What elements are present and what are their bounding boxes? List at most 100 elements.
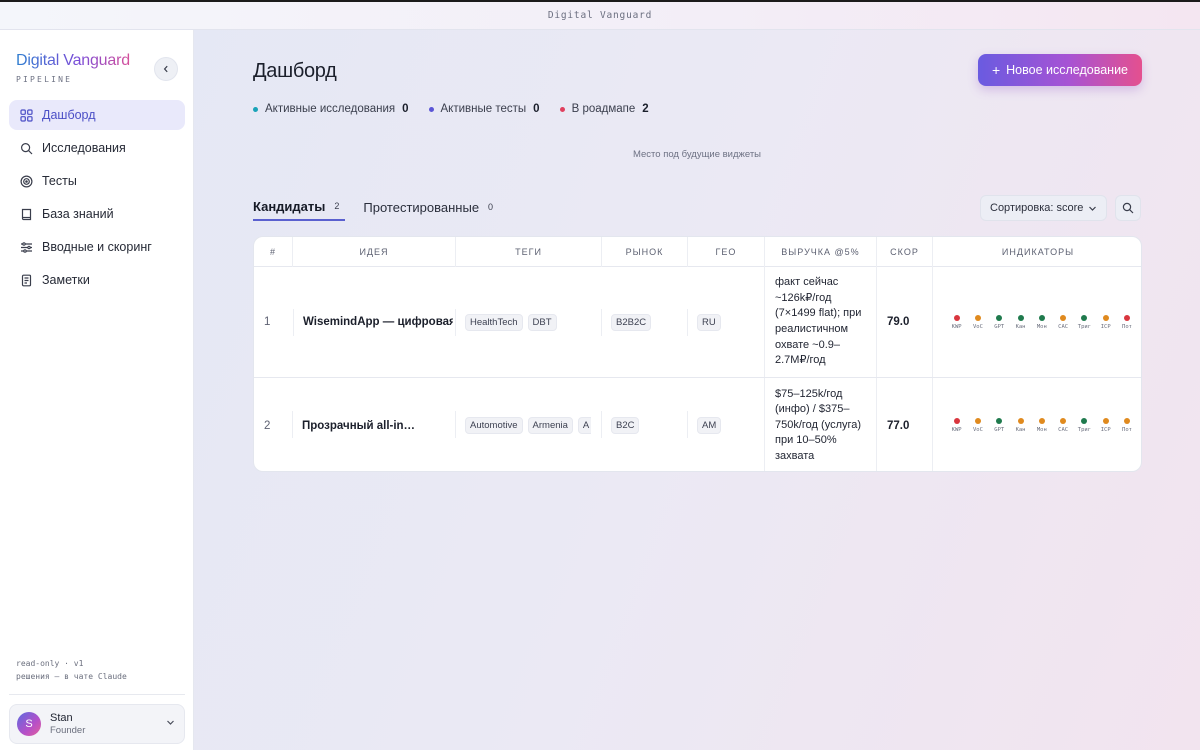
indicator-dot [996,314,1003,321]
stat-label: Активные тесты [440,103,527,115]
tag-chip: Armenia [527,417,573,434]
tag-chip: A [577,417,591,434]
indicator: Мон [1031,314,1052,330]
indicator-dot [1060,314,1067,321]
indicator-dot [996,418,1003,424]
sidebar-item-tests[interactable]: Тесты [9,166,185,196]
indicator: CAC [1052,418,1073,433]
column-header[interactable]: # [254,237,292,267]
tabs: Кандидаты 2 Протестированные 0 [253,195,493,221]
tab-tested[interactable]: Протестированные 0 [363,195,493,221]
sidebar-item-notes[interactable]: Заметки [9,265,185,295]
new-research-button[interactable]: + Новое исследование [978,54,1142,86]
collapse-sidebar-button[interactable] [154,57,178,81]
sort-label: Сортировка: score [990,202,1084,214]
note-icon [19,273,33,287]
sliders-icon [19,240,33,254]
indicator: ICP [1095,418,1116,433]
indicator-dot [1102,418,1109,424]
column-header[interactable]: ГЕО [687,237,764,267]
sidebar-item-label: Вводные и скоринг [42,240,152,254]
indicator: GPT [989,418,1010,433]
sidebar-item-dashboard[interactable]: Дашборд [9,100,185,130]
indicator-label: CAC [1058,323,1069,330]
tag-chip: Automotive [465,417,523,434]
row-number: 2 [264,419,271,432]
indicator-label: VoC [972,427,983,433]
indicator-dot [974,314,981,321]
chevron-left-icon [163,65,168,73]
table-row[interactable]: 1 WisemindApp — цифровая… HealthTech DBT… [254,267,1141,378]
table-search-button[interactable] [1115,195,1141,221]
stat-label: Активные исследования [265,103,396,115]
idea-title: WisemindApp — цифровая… [303,316,453,328]
chevron-down-icon [167,720,174,725]
indicator-label: ICP [1100,323,1111,330]
idea-title: Прозрачный all-in… [302,419,416,432]
table-row[interactable]: 2 Прозрачный all-in… Automotive Armenia … [254,378,1141,471]
column-header[interactable]: ВЫРУЧКА @5% [764,237,876,267]
sidebar-item-research[interactable]: Исследования [9,133,185,163]
sidebar-item-label: Тесты [42,174,77,188]
indicator: KWP [946,418,967,433]
table-header: # ИДЕЯ ТЕГИ РЫНОК ГЕО ВЫРУЧКА @5% СКОР И… [254,237,1141,267]
tab-label: Протестированные [363,199,480,215]
indicator: VoC [967,418,988,433]
window-title: Digital Vanguard [547,10,653,21]
indicator-label: Кан [1015,323,1026,330]
stat-value: 0 [402,103,409,115]
column-header[interactable]: ИНДИКАТОРЫ [932,237,1141,267]
geo-chip: RU [697,313,721,331]
indicator-label: Пот [1122,323,1132,330]
indicator-label: Пот [1122,427,1132,433]
indicator: CAC [1052,314,1073,330]
indicator-label: Триг [1077,427,1092,433]
stat-roadmap: В роадмапе 2 [559,103,649,115]
stat-label: В роадмапе [571,103,636,115]
sort-dropdown[interactable]: Сортировка: score [980,195,1107,221]
revenue-text: $75–125k/год (инфо) / $375–750k/год (усл… [775,387,862,462]
user-role: Founder [50,725,86,736]
indicator-dot [1081,418,1088,424]
tab-count: 0 [488,202,494,212]
indicator-label: CAC [1058,427,1069,433]
search-icon [1122,202,1134,214]
geo-chip: AM [697,417,722,434]
tag-chip: HealthTech [465,313,523,331]
indicator-list: KWP VoC GPT Кан Мон CAC Триг ICP Пот [933,418,1138,433]
indicator-dot [1017,418,1024,424]
indicator-dot [1038,314,1045,321]
indicator-label: KWP [951,323,962,330]
column-header[interactable]: ТЕГИ [455,237,601,267]
indicator-label: Триг [1077,323,1092,330]
market-chip: B2B2C [611,313,652,331]
indicator-dot [953,418,960,424]
sidebar-footnote: read-only · v1 решения — в чате Claude [16,657,127,683]
row-number: 1 [264,316,271,328]
indicator-dot [1102,314,1109,321]
sidebar-item-inputs-scoring[interactable]: Вводные и скоринг [9,232,185,262]
indicator-label: VoC [972,323,983,330]
avatar: S [17,712,41,736]
brand-subtitle: PIPELINE [16,75,73,84]
indicator: Пот [1116,314,1137,330]
indicator-dot [953,314,960,321]
tab-candidates[interactable]: Кандидаты 2 [253,195,346,221]
column-header[interactable]: РЫНОК [601,237,687,267]
indicator: Пот [1116,418,1137,433]
score-value: 77.0 [887,419,910,432]
column-header[interactable]: ИДЕЯ [292,237,455,267]
indicator: VoC [967,314,988,330]
indicator-label: Кан [1015,427,1026,433]
sidebar-item-label: Исследования [42,141,126,155]
brand-title: Digital Vanguard [16,52,130,69]
score-value: 79.0 [887,316,910,328]
user-name: Stan [50,712,73,724]
indicator: Кан [1010,418,1031,433]
sidebar-item-knowledge-base[interactable]: База знаний [9,199,185,229]
indicator-list: KWP VoC GPT Кан Мон CAC Триг ICP Пот [933,314,1138,330]
user-menu[interactable]: S Stan Founder [9,704,185,744]
indicator: GPT [989,314,1010,330]
column-header[interactable]: СКОР [876,237,932,267]
sidebar: Digital Vanguard PIPELINE Дашборд Исслед… [0,30,194,750]
